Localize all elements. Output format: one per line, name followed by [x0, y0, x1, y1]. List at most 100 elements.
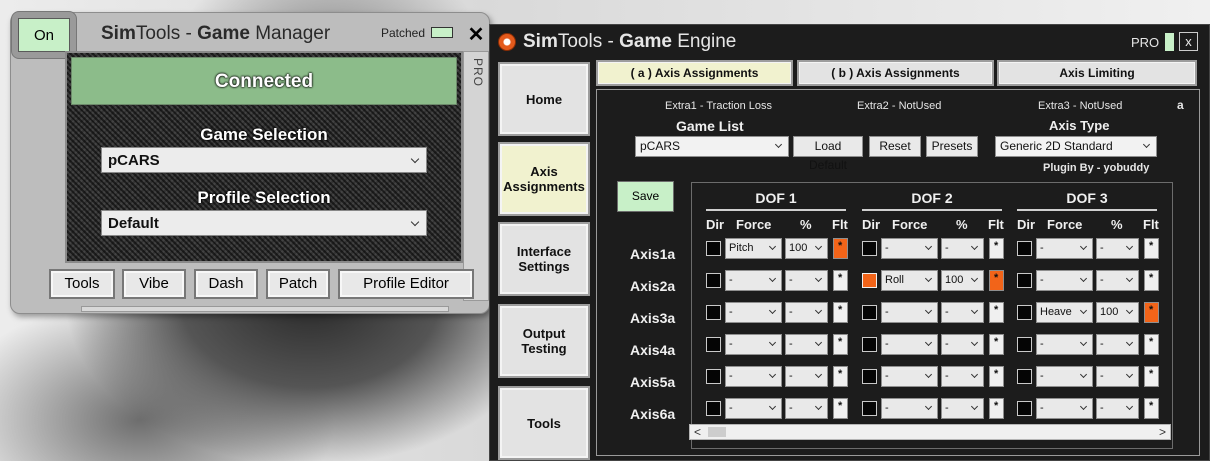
direction-checkbox[interactable]	[1017, 305, 1032, 320]
direction-checkbox[interactable]	[862, 369, 877, 384]
force-dropdown[interactable]: -	[1036, 238, 1093, 259]
nav-interface-settings[interactable]: Interface Settings	[498, 222, 590, 296]
direction-checkbox[interactable]	[1017, 337, 1032, 352]
force-dropdown[interactable]: -	[725, 270, 782, 291]
filter-button[interactable]	[989, 302, 1004, 323]
axis-type-dropdown[interactable]: Generic 2D Standard	[995, 136, 1157, 157]
force-dropdown[interactable]: -	[1036, 366, 1093, 387]
filter-button[interactable]	[989, 366, 1004, 387]
force-dropdown[interactable]: -	[1036, 270, 1093, 291]
horizontal-scrollbar[interactable]: < >	[689, 424, 1171, 440]
filter-button[interactable]	[833, 270, 848, 291]
presets-button[interactable]: Presets	[926, 136, 978, 157]
percent-dropdown[interactable]: -	[1096, 366, 1139, 387]
direction-checkbox[interactable]	[706, 305, 721, 320]
direction-checkbox[interactable]	[1017, 369, 1032, 384]
direction-checkbox[interactable]	[706, 401, 721, 416]
force-dropdown[interactable]: -	[725, 366, 782, 387]
filter-button[interactable]	[833, 334, 848, 355]
force-dropdown[interactable]: -	[881, 398, 938, 419]
force-dropdown[interactable]: Roll	[881, 270, 938, 291]
force-dropdown[interactable]: -	[725, 302, 782, 323]
scroll-thumb[interactable]	[708, 427, 726, 437]
force-dropdown[interactable]: Pitch	[725, 238, 782, 259]
percent-dropdown[interactable]: 100	[1096, 302, 1139, 323]
direction-checkbox[interactable]	[1017, 241, 1032, 256]
tab-axis-limiting[interactable]: Axis Limiting	[997, 60, 1197, 86]
direction-checkbox[interactable]	[706, 369, 721, 384]
percent-dropdown[interactable]: -	[1096, 398, 1139, 419]
filter-button[interactable]	[989, 238, 1004, 259]
percent-dropdown[interactable]: 100	[785, 238, 828, 259]
profile-editor-button[interactable]: Profile Editor	[338, 269, 474, 299]
tab-axis-assignments-b[interactable]: ( b ) Axis Assignments	[797, 60, 994, 86]
direction-checkbox[interactable]	[862, 305, 877, 320]
profile-selection-dropdown[interactable]: Default	[101, 210, 427, 236]
percent-dropdown[interactable]: -	[941, 398, 984, 419]
load-default-button[interactable]: Load Default	[793, 136, 863, 172]
close-button[interactable]: x	[1179, 32, 1198, 51]
game-list-dropdown[interactable]: pCARS	[635, 136, 789, 157]
percent-dropdown[interactable]: -	[941, 302, 984, 323]
direction-checkbox[interactable]	[1017, 273, 1032, 288]
filter-button[interactable]	[833, 238, 848, 259]
direction-checkbox[interactable]	[862, 241, 877, 256]
pro-side-tab[interactable]: PRO	[463, 51, 489, 301]
force-dropdown[interactable]: Heave	[1036, 302, 1093, 323]
percent-dropdown[interactable]: -	[785, 302, 828, 323]
direction-checkbox[interactable]	[706, 337, 721, 352]
direction-checkbox[interactable]	[862, 273, 877, 288]
filter-button[interactable]	[1144, 398, 1159, 419]
scroll-right-icon[interactable]: >	[1159, 425, 1166, 439]
filter-button[interactable]	[1144, 334, 1159, 355]
percent-dropdown[interactable]: 100	[941, 270, 984, 291]
force-dropdown[interactable]: -	[881, 366, 938, 387]
filter-button[interactable]	[833, 302, 848, 323]
filter-button[interactable]	[989, 270, 1004, 291]
game-selection-dropdown[interactable]: pCARS	[101, 147, 427, 173]
filter-button[interactable]	[833, 366, 848, 387]
force-dropdown[interactable]: -	[881, 302, 938, 323]
tab-axis-assignments-a[interactable]: ( a ) Axis Assignments	[596, 60, 793, 86]
percent-dropdown[interactable]: -	[1096, 334, 1139, 355]
percent-dropdown[interactable]: -	[785, 270, 828, 291]
scroll-left-icon[interactable]: <	[694, 425, 701, 439]
percent-dropdown[interactable]: -	[1096, 238, 1139, 259]
filter-button[interactable]	[833, 398, 848, 419]
nav-axis-assignments[interactable]: Axis Assignments	[498, 142, 590, 216]
direction-checkbox[interactable]	[1017, 401, 1032, 416]
force-dropdown[interactable]: -	[725, 398, 782, 419]
percent-dropdown[interactable]: -	[941, 366, 984, 387]
patch-button[interactable]: Patch	[266, 269, 330, 299]
vibe-button[interactable]: Vibe	[122, 269, 186, 299]
filter-button[interactable]	[1144, 366, 1159, 387]
dash-button[interactable]: Dash	[194, 269, 258, 299]
force-dropdown[interactable]: -	[1036, 398, 1093, 419]
filter-button[interactable]	[1144, 238, 1159, 259]
filter-button[interactable]	[1144, 270, 1159, 291]
tools-button[interactable]: Tools	[49, 269, 115, 299]
nav-tools[interactable]: Tools	[498, 386, 590, 460]
percent-dropdown[interactable]: -	[941, 238, 984, 259]
force-dropdown[interactable]: -	[881, 334, 938, 355]
force-dropdown[interactable]: -	[1036, 334, 1093, 355]
direction-checkbox[interactable]	[706, 273, 721, 288]
nav-home[interactable]: Home	[498, 62, 590, 136]
direction-checkbox[interactable]	[706, 241, 721, 256]
close-button[interactable]: ✕	[463, 21, 489, 49]
percent-dropdown[interactable]: -	[941, 334, 984, 355]
percent-dropdown[interactable]: -	[785, 398, 828, 419]
percent-dropdown[interactable]: -	[785, 366, 828, 387]
filter-button[interactable]	[989, 398, 1004, 419]
reset-button[interactable]: Reset	[869, 136, 921, 157]
direction-checkbox[interactable]	[862, 337, 877, 352]
percent-dropdown[interactable]: -	[1096, 270, 1139, 291]
force-dropdown[interactable]: -	[881, 238, 938, 259]
filter-button[interactable]	[1144, 302, 1159, 323]
filter-button[interactable]	[989, 334, 1004, 355]
on-button[interactable]: On	[18, 18, 70, 52]
save-button[interactable]: Save	[617, 181, 674, 212]
force-dropdown[interactable]: -	[725, 334, 782, 355]
percent-dropdown[interactable]: -	[785, 334, 828, 355]
direction-checkbox[interactable]	[862, 401, 877, 416]
